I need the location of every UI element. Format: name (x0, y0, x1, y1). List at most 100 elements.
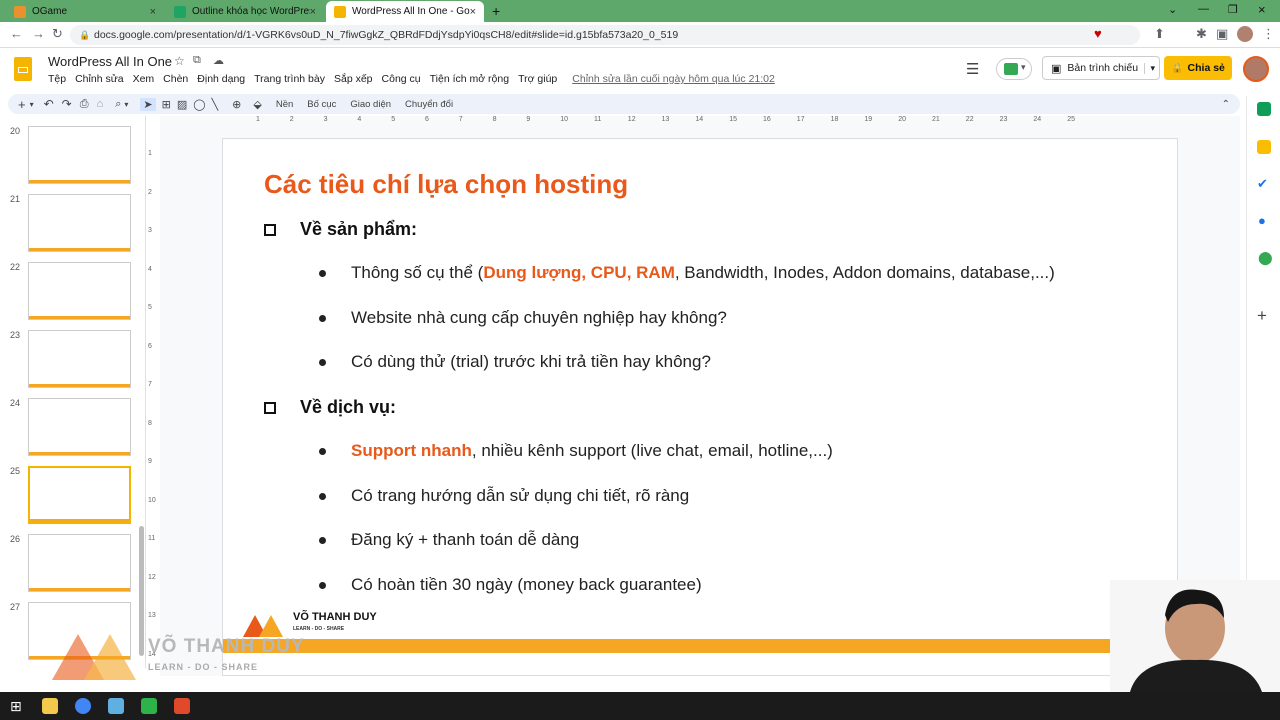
ruler-tick: 25 (1067, 116, 1075, 123)
menu-file[interactable]: Tệp (48, 73, 66, 85)
background-fill-icon[interactable]: ⬙ (253, 98, 261, 111)
menu-format[interactable]: Định dạng (197, 73, 245, 85)
comment-add-icon[interactable]: ⊕ (232, 98, 241, 111)
menu-arrange[interactable]: Sắp xếp (334, 73, 373, 85)
app-icon[interactable] (108, 698, 124, 714)
last-edit-link[interactable]: Chỉnh sửa lần cuối ngày hôm qua lúc 21:0… (572, 73, 775, 85)
extension-icon[interactable]: ⬆ (1154, 26, 1165, 42)
move-folder-icon[interactable]: ⧉ (193, 54, 201, 67)
bullet-item[interactable]: Có hoàn tiền 30 ngày (money back guarant… (319, 575, 702, 595)
bullet-item[interactable]: Support nhanh, nhiều kênh support (live … (319, 441, 833, 461)
undo-icon[interactable]: ↶ (44, 97, 54, 111)
text-box-icon[interactable]: ⊞ (162, 98, 171, 111)
slide-thumbnail[interactable] (28, 398, 131, 456)
shape-icon[interactable]: ◯ (193, 98, 205, 111)
chevron-down-icon[interactable]: ▾ (1144, 62, 1155, 74)
tasks-icon[interactable]: ✔ (1257, 176, 1268, 192)
paint-format-icon[interactable]: ⌂ (97, 98, 104, 110)
tab-ogame[interactable]: OGame × (6, 1, 164, 22)
contacts-icon[interactable]: ● (1258, 213, 1266, 228)
menu-view[interactable]: Xem (133, 73, 155, 85)
print-icon[interactable]: ⎙ (80, 98, 89, 111)
chevron-down-icon[interactable]: ▾ (124, 100, 128, 109)
menu-edit[interactable]: Chỉnh sửa (75, 73, 123, 85)
add-addon-icon[interactable]: + (1257, 306, 1267, 326)
close-icon[interactable]: × (470, 6, 476, 18)
ruler-tick: 11 (594, 116, 602, 123)
line-icon[interactable]: ╲ (212, 98, 219, 111)
new-tab-button[interactable]: + (492, 3, 500, 19)
chrome-icon[interactable] (75, 698, 91, 714)
slide-canvas[interactable]: Các tiêu chí lựa chọn hosting Về sản phẩ… (222, 138, 1178, 676)
bullet-item[interactable]: Có dùng thử (trial) trước khi trả tiền h… (319, 352, 711, 372)
menu-tools[interactable]: Công cụ (382, 73, 421, 85)
background-button[interactable]: Nền (276, 99, 293, 110)
back-icon[interactable]: ← (10, 26, 23, 41)
horizontal-ruler: 1 2 3 4 5 6 7 8 9 10 11 12 13 14 15 16 17 18 19 20 21 22 23 24 2… (222, 116, 1180, 126)
close-icon[interactable]: × (150, 6, 156, 18)
chevron-down-icon[interactable]: ▾ (30, 100, 34, 109)
section-product[interactable]: Về sản phẩm: (264, 219, 417, 240)
menu-kebab-icon[interactable]: ⋮ (1262, 26, 1275, 42)
tab-outline[interactable]: Outline khóa học WordPress All In... × (166, 1, 324, 22)
meet-button[interactable]: ▾ (996, 58, 1032, 80)
bullet-item[interactable]: Website nhà cung cấp chuyên nghiệp hay k… (319, 308, 727, 328)
image-icon[interactable]: ▨ (177, 98, 187, 111)
slide-thumbnail[interactable] (28, 262, 131, 320)
user-avatar[interactable] (1243, 56, 1269, 82)
bullet-item[interactable]: Có trang hướng dẫn sử dụng chi tiết, rõ … (319, 486, 689, 506)
present-button[interactable]: ▣ Bản trình chiếu ▾ (1042, 56, 1160, 80)
transition-button[interactable]: Chuyển đổi (405, 99, 453, 110)
reload-icon[interactable]: ↻ (52, 26, 63, 42)
keep-icon[interactable] (1257, 140, 1271, 154)
chevron-down-icon[interactable]: ⌄ (1168, 3, 1177, 16)
select-cursor-icon[interactable]: ➤ (140, 97, 156, 111)
puzzle-icon[interactable]: ✱ (1196, 26, 1207, 42)
minimize-icon[interactable]: — (1198, 3, 1209, 15)
close-window-icon[interactable]: × (1258, 2, 1266, 17)
tab-label: OGame (32, 6, 68, 17)
close-icon[interactable]: × (310, 6, 316, 18)
google-slides-logo-icon[interactable] (14, 57, 32, 81)
file-explorer-icon[interactable] (42, 698, 58, 714)
layout-button[interactable]: Bố cục (307, 99, 336, 110)
comments-icon[interactable]: ☰ (966, 60, 979, 78)
bullet-text: Có dùng thử (trial) trước khi trả tiền h… (351, 352, 711, 371)
forward-icon[interactable]: → (32, 26, 45, 41)
slide-thumbnail[interactable] (28, 194, 131, 252)
sidebar-icon[interactable]: ▣ (1216, 26, 1228, 42)
section-service[interactable]: Về dịch vụ: (264, 397, 396, 418)
slide-thumbnail[interactable] (28, 330, 131, 388)
profile-avatar[interactable] (1237, 26, 1253, 42)
bullet-text: Có trang hướng dẫn sử dụng chi tiết, rõ … (351, 486, 690, 505)
star-icon[interactable]: ☆ (174, 54, 185, 68)
calendar-icon[interactable] (1257, 102, 1271, 116)
menu-slide[interactable]: Trang trình bày (254, 73, 325, 85)
theme-button[interactable]: Giao diện (350, 99, 391, 110)
bullet-item[interactable]: Thông số cụ thể (Dung lượng, CPU, RAM, B… (319, 263, 1055, 283)
collapse-chevron-up-icon[interactable]: ⌃ (1222, 99, 1230, 110)
menu-help[interactable]: Trợ giúp (518, 73, 557, 85)
zoom-icon[interactable]: ⌕ (115, 98, 121, 111)
windows-start-icon[interactable]: ⊞ (10, 698, 22, 715)
bullet-item[interactable]: Đăng ký + thanh toán dễ dàng (319, 530, 579, 550)
menu-insert[interactable]: Chèn (163, 73, 188, 85)
slide-thumbnail[interactable] (28, 534, 131, 592)
tab-slides[interactable]: WordPress All In One - Google Trang... × (326, 1, 484, 22)
slide-title[interactable]: Các tiêu chí lựa chọn hosting (264, 169, 628, 200)
slide-thumbnail-selected[interactable] (28, 466, 131, 524)
menu-extensions[interactable]: Tiện ích mở rộng (430, 73, 509, 85)
address-bar[interactable]: 🔒 docs.google.com/presentation/d/1-VGRK6… (70, 25, 1140, 45)
extension-icon[interactable]: ♥ (1094, 26, 1102, 41)
new-slide-icon[interactable]: + (18, 97, 26, 112)
maps-icon[interactable]: ⬤ (1258, 250, 1273, 266)
share-button[interactable]: 🔒 Chia sẻ (1164, 56, 1232, 80)
restore-icon[interactable]: ❐ (1228, 3, 1238, 16)
slide-thumbnail[interactable] (28, 126, 131, 184)
meet-icon (1004, 63, 1018, 75)
document-title[interactable]: WordPress All In One (48, 54, 172, 69)
present-icon: ▣ (1051, 62, 1062, 75)
redo-icon[interactable]: ↷ (62, 97, 72, 111)
recorder-icon[interactable] (174, 698, 190, 714)
camtasia-icon[interactable] (141, 698, 157, 714)
